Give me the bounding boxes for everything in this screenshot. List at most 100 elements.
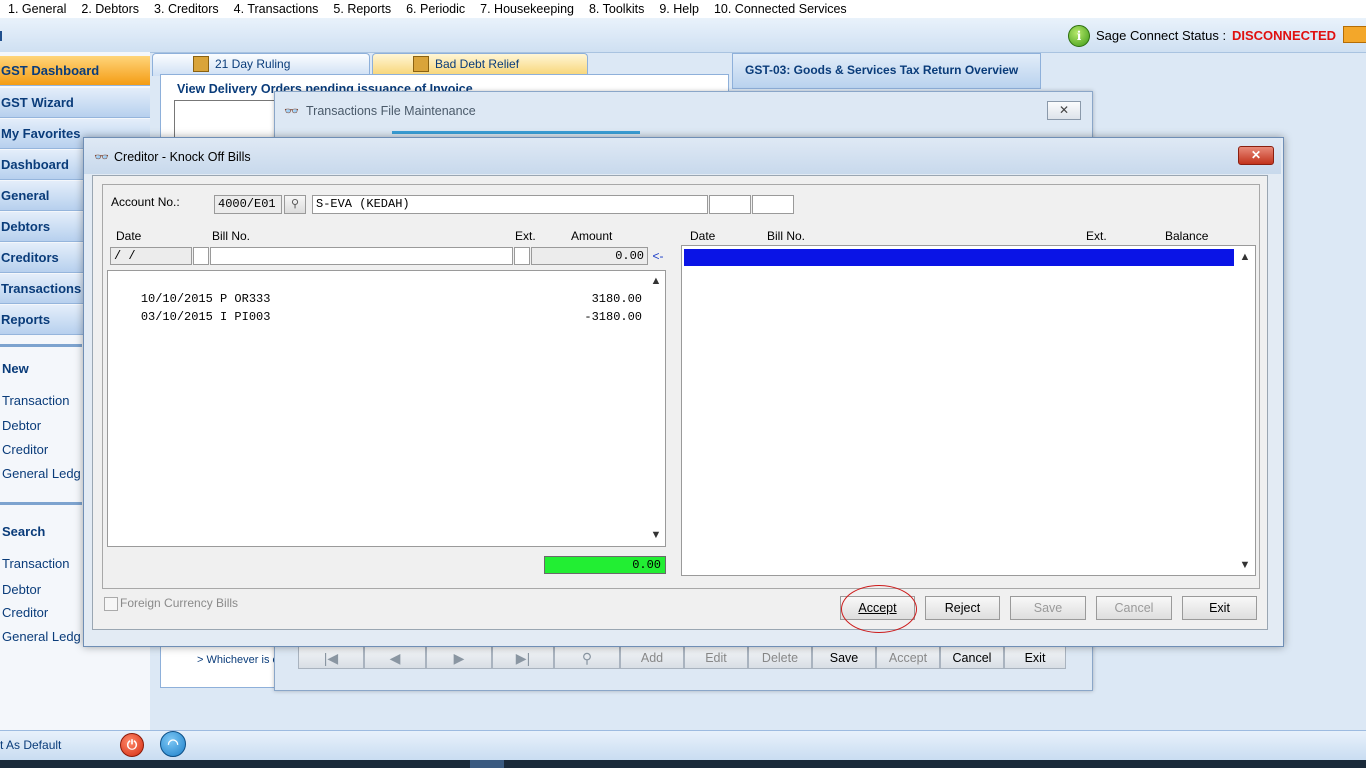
reject-button[interactable]: Reject <box>925 596 1000 620</box>
knock-off-titlebar <box>84 138 1281 174</box>
power-icon[interactable]: ⏻ <box>120 733 144 757</box>
accept-button-label: Accept <box>858 601 897 615</box>
sidebar-new-debtor[interactable]: Debtor <box>2 418 41 433</box>
knocked-off-bills-list[interactable]: 10/10/2015 P OR333 3180.00 03/10/2015 I P… <box>107 270 666 547</box>
list-item[interactable]: 10/10/2015 P OR333 3180.00 <box>112 275 642 306</box>
menu-housekeeping[interactable]: 7. Housekeeping <box>472 2 581 16</box>
sage-connect-label: Sage Connect Status : <box>1096 28 1227 43</box>
sidebar-search-general-ledger[interactable]: General Ledg <box>2 629 81 644</box>
relief-icon <box>413 55 429 72</box>
exit-button[interactable]: Exit <box>1182 596 1257 620</box>
entry-date-field[interactable]: / / <box>110 247 192 265</box>
sidebar-new-heading: New <box>2 361 29 376</box>
save-button-label: Save <box>1033 601 1063 615</box>
bill-entry-amount: -3180.00 <box>584 310 642 324</box>
save-button[interactable]: Save <box>1010 596 1086 620</box>
foreign-currency-label: Foreign Currency Bills <box>120 596 239 610</box>
outstanding-bills-list[interactable]: 01/11/2014 I SI15/001 -153700.00 ▲ ▼ <box>681 245 1256 576</box>
tab-21-day-ruling[interactable]: 21 Day Ruling <box>152 53 370 76</box>
scroll-up-icon[interactable]: ▲ <box>1237 251 1253 263</box>
scroll-up-icon[interactable]: ▲ <box>648 275 664 287</box>
menu-help[interactable]: 9. Help <box>651 2 706 16</box>
sidebar-search-creditor[interactable]: Creditor <box>2 605 48 620</box>
sidebar-search-heading: Search <box>2 524 46 539</box>
exit-button-label: Exit <box>1209 601 1230 615</box>
tab-bad-debt-relief-label: Bad Debt Relief <box>435 57 520 71</box>
status-marker <box>0 31 2 41</box>
entry-amount-field[interactable]: 0.00 <box>531 247 648 265</box>
menu-reports[interactable]: 5. Reports <box>325 2 398 16</box>
tfm-save-button[interactable]: Save <box>812 646 876 669</box>
transfer-arrow-button[interactable]: <- <box>650 248 666 264</box>
menu-toolkits[interactable]: 8. Toolkits <box>581 2 651 16</box>
sidebar-new-creditor[interactable]: Creditor <box>2 442 48 457</box>
sidebar-new-general-ledger[interactable]: General Ledg <box>2 466 81 481</box>
foreign-currency-checkbox[interactable] <box>104 597 118 611</box>
tfm-toolbar: |◀ ◀ ▶ ▶| ⚲ Add Edit Delete Save Accept … <box>298 646 1066 670</box>
account-extra-field-1[interactable] <box>709 195 751 214</box>
entry-type-field[interactable] <box>193 247 209 265</box>
menu-transactions[interactable]: 4. Transactions <box>226 2 326 16</box>
tfm-accept-button[interactable]: Accept <box>876 646 940 669</box>
left-header-amount: Amount <box>571 229 613 243</box>
menu-general[interactable]: 1. General <box>0 2 73 16</box>
sidebar-search-debtor[interactable]: Debtor <box>2 582 41 597</box>
first-record-button[interactable]: |◀ <box>298 646 364 669</box>
rss-icon[interactable]: ◠ <box>160 731 186 757</box>
knock-off-title: Creditor - Knock Off Bills <box>114 150 251 164</box>
sidebar-divider <box>0 502 82 505</box>
account-extra-field-2[interactable] <box>752 195 794 214</box>
sidebar-tab-gst-wizard[interactable]: GST Wizard <box>0 88 150 118</box>
menu-bar: 1. General 2. Debtors 3. Creditors 4. Tr… <box>0 0 1366 18</box>
menu-connected-services[interactable]: 10. Connected Services <box>706 2 854 16</box>
bill-entry-text: 03/10/2015 I PI003 <box>140 310 271 324</box>
tab-bad-debt-relief[interactable]: Bad Debt Relief <box>372 53 588 76</box>
tab-21-day-ruling-label: 21 Day Ruling <box>215 57 291 71</box>
taskbar-item[interactable] <box>470 760 504 768</box>
last-record-button[interactable]: ▶| <box>492 646 554 669</box>
tfm-cancel-button[interactable]: Cancel <box>940 646 1004 669</box>
knock-off-close-button[interactable]: ✕ <box>1238 146 1274 165</box>
set-as-default-link[interactable]: t As Default <box>0 738 61 752</box>
ruling-icon <box>193 55 209 72</box>
dashboard-footnote: > Whichever is e <box>197 654 279 666</box>
right-header-bill-no: Bill No. <box>767 229 806 243</box>
sidebar-divider <box>0 344 82 347</box>
table-row[interactable]: 01/11/2014 I SI15/001 -153700.00 <box>684 249 1234 280</box>
accept-button[interactable]: Accept <box>840 596 915 620</box>
outstanding-bill-balance: -153700.00 <box>1143 266 1216 280</box>
account-no-field[interactable]: 4000/E01 <box>214 195 282 214</box>
scroll-down-icon[interactable]: ▼ <box>648 529 664 541</box>
search-button[interactable]: ⚲ <box>554 646 620 669</box>
list-item[interactable]: 03/10/2015 I PI003 -3180.00 <box>112 293 642 324</box>
reject-button-label: Reject <box>944 601 981 615</box>
scroll-down-icon[interactable]: ▼ <box>1237 559 1253 571</box>
bottom-bar <box>0 730 1366 761</box>
entry-bill-no-field[interactable] <box>210 247 513 265</box>
info-icon[interactable]: i <box>1068 25 1090 47</box>
menu-periodic[interactable]: 6. Periodic <box>398 2 472 16</box>
tfm-close-button[interactable]: ✕ <box>1047 101 1081 120</box>
account-no-label: Account No.: <box>111 195 180 209</box>
entry-ext-field[interactable] <box>514 247 530 265</box>
sidebar-tab-gst-dashboard[interactable]: GST Dashboard <box>0 56 150 86</box>
cancel-button[interactable]: Cancel <box>1096 596 1172 620</box>
tfm-progress-bar <box>392 131 640 134</box>
tfm-delete-button[interactable]: Delete <box>748 646 812 669</box>
right-header-balance: Balance <box>1165 229 1209 243</box>
tfm-exit-button[interactable]: Exit <box>1004 646 1066 669</box>
account-lookup-icon[interactable]: ⚲ <box>284 195 306 214</box>
account-name-field[interactable]: S-EVA (KEDAH) <box>312 195 708 214</box>
outstanding-bill-text: 01/11/2014 I SI15/001 <box>714 266 867 280</box>
tfm-edit-button[interactable]: Edit <box>684 646 748 669</box>
previous-record-button[interactable]: ◀ <box>364 646 426 669</box>
next-record-button[interactable]: ▶ <box>426 646 492 669</box>
menu-debtors[interactable]: 2. Debtors <box>73 2 146 16</box>
left-header-bill-no: Bill No. <box>212 229 251 243</box>
sidebar-search-transaction[interactable]: Transaction <box>2 556 69 571</box>
tfm-add-button[interactable]: Add <box>620 646 684 669</box>
menu-creditors[interactable]: 3. Creditors <box>146 2 226 16</box>
cancel-button-label: Cancel <box>1114 601 1154 615</box>
mail-icon[interactable] <box>1343 26 1366 43</box>
sidebar-new-transaction[interactable]: Transaction <box>2 393 69 408</box>
